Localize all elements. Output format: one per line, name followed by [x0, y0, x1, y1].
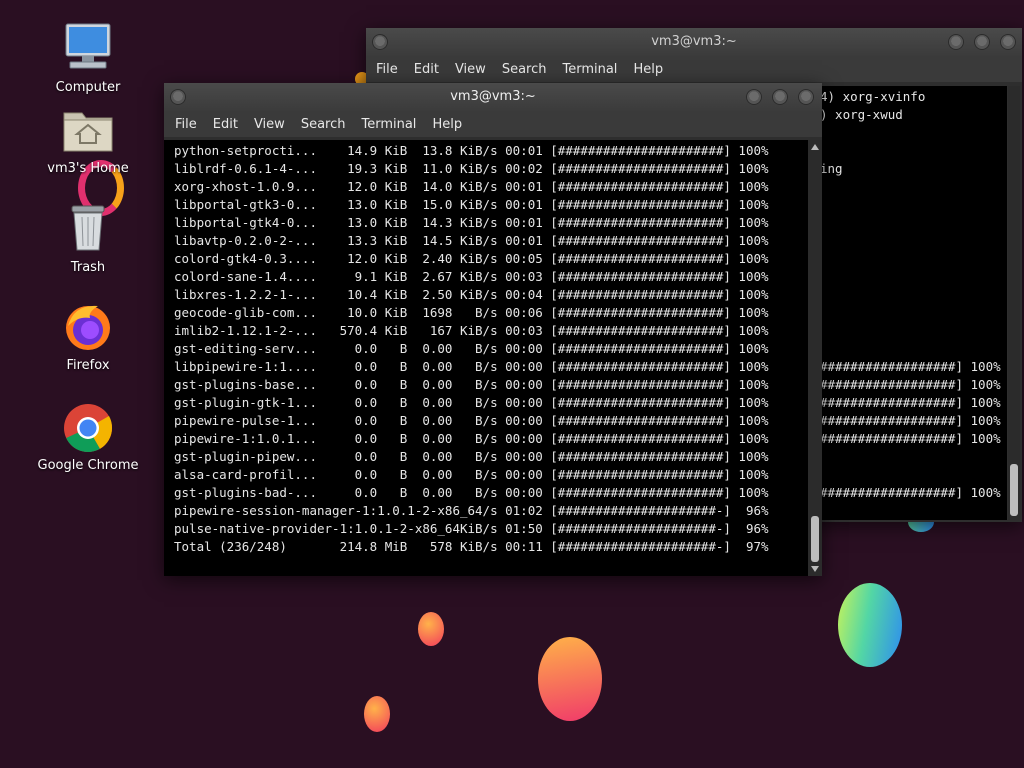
terminal-line: alsa-card-profil... 0.0 B 0.00 B/s 00:00…: [174, 467, 769, 482]
desktop-icon-label: Computer: [55, 80, 121, 95]
wallpaper-bubble: [418, 612, 444, 646]
desktop-icon-label: vm3's Home: [47, 161, 129, 176]
terminal-line: ##################] 100%: [820, 359, 1001, 374]
menu-terminal[interactable]: Terminal: [353, 117, 424, 132]
terminal-line: gst-editing-serv... 0.0 B 0.00 B/s 00:00…: [174, 341, 769, 356]
window-titlebar[interactable]: vm3@vm3:~: [366, 28, 1022, 56]
menu-terminal[interactable]: Terminal: [554, 62, 625, 77]
menu-search[interactable]: Search: [293, 117, 354, 132]
scroll-up-arrow-icon[interactable]: [811, 144, 819, 150]
terminal-line: ##################] 100%: [820, 395, 1001, 410]
trash-icon: [60, 202, 116, 258]
maximize-button[interactable]: [772, 89, 788, 105]
menu-view[interactable]: View: [246, 117, 293, 132]
window-title: vm3@vm3:~: [651, 34, 737, 49]
menu-file[interactable]: File: [368, 62, 406, 77]
terminal-line: libpipewire-1:1.... 0.0 B 0.00 B/s 00:00…: [174, 359, 769, 374]
scrollbar[interactable]: [808, 140, 822, 576]
desktop-icon-trash[interactable]: Trash: [33, 202, 143, 275]
terminal-line: ##################] 100%: [820, 413, 1001, 428]
scroll-down-arrow-icon[interactable]: [811, 566, 819, 572]
terminal-line: pipewire-session-manager-1:1.0.1-2-x86_6…: [174, 503, 769, 518]
terminal-line: libxres-1.2.2-1-... 10.4 KiB 2.50 KiB/s …: [174, 287, 769, 302]
firefox-icon: [60, 300, 116, 356]
wallpaper-bubble: [538, 637, 602, 721]
terminal-line: geocode-glib-com... 10.0 KiB 1698 B/s 00…: [174, 305, 769, 320]
close-button[interactable]: [798, 89, 814, 105]
desktop-icon-label: Firefox: [66, 358, 110, 373]
wallpaper-bubble: [364, 696, 390, 732]
minimize-button[interactable]: [746, 89, 762, 105]
terminal-line: gst-plugins-bad-... 0.0 B 0.00 B/s 00:00…: [174, 485, 769, 500]
maximize-button[interactable]: [974, 34, 990, 50]
menu-file[interactable]: File: [167, 117, 205, 132]
terminal-line: ##################] 100%: [820, 485, 1001, 500]
wallpaper-bubble: [838, 583, 902, 667]
terminal-line: ##################] 100%: [820, 431, 1001, 446]
menu-bar: File Edit View Search Terminal Help: [164, 111, 822, 137]
terminal-line: 4) xorg-xvinfo: [820, 89, 926, 104]
terminal-line: liblrdf-0.6.1-4-... 19.3 KiB 11.0 KiB/s …: [174, 161, 769, 176]
desktop-icon-label: Trash: [70, 260, 106, 275]
terminal-line: imlib2-1.12.1-2-... 570.4 KiB 167 KiB/s …: [174, 323, 769, 338]
desktop-icon-firefox[interactable]: Firefox: [33, 300, 143, 373]
menu-edit[interactable]: Edit: [406, 62, 447, 77]
terminal-line: pulse-native-provider-1:1.0.1-2-x86_64Ki…: [174, 521, 769, 536]
terminal-line: colord-sane-1.4.... 9.1 KiB 2.67 KiB/s 0…: [174, 269, 769, 284]
scrollbar-thumb[interactable]: [811, 516, 819, 562]
terminal-line: pipewire-1:1.0.1... 0.0 B 0.00 B/s 00:00…: [174, 431, 769, 446]
home-folder-icon: [60, 103, 116, 159]
terminal-line: python-setprocti... 14.9 KiB 13.8 KiB/s …: [174, 143, 769, 158]
terminal-line: libportal-gtk4-0... 13.0 KiB 14.3 KiB/s …: [174, 215, 769, 230]
desktop-icon-home[interactable]: vm3's Home: [33, 103, 143, 176]
chrome-icon: [60, 400, 116, 456]
terminal-line: ) xorg-xwud: [820, 107, 903, 122]
terminal-line: Total (236/248) 214.8 MiB 578 KiB/s 00:1…: [174, 539, 769, 554]
scrollbar-thumb[interactable]: [1010, 464, 1018, 516]
window-menu-button[interactable]: [372, 34, 388, 50]
terminal-line: libportal-gtk3-0... 13.0 KiB 15.0 KiB/s …: [174, 197, 769, 212]
terminal-line: pipewire-pulse-1... 0.0 B 0.00 B/s 00:00…: [174, 413, 769, 428]
window-menu-button[interactable]: [170, 89, 186, 105]
menu-help[interactable]: Help: [625, 62, 671, 77]
terminal-line: colord-gtk4-0.3.... 12.0 KiB 2.40 KiB/s …: [174, 251, 769, 266]
scrollbar[interactable]: [1008, 86, 1020, 520]
desktop-icon-computer[interactable]: Computer: [33, 22, 143, 95]
close-button[interactable]: [1000, 34, 1016, 50]
terminal-line: gst-plugin-gtk-1... 0.0 B 0.00 B/s 00:00…: [174, 395, 769, 410]
desktop-icon-label: Google Chrome: [37, 458, 139, 473]
terminal-window-foreground[interactable]: vm3@vm3:~ File Edit View Search Terminal…: [164, 83, 822, 576]
window-title: vm3@vm3:~: [450, 89, 536, 104]
minimize-button[interactable]: [948, 34, 964, 50]
computer-icon: [60, 22, 116, 78]
terminal-output[interactable]: python-setprocti... 14.9 KiB 13.8 KiB/s …: [164, 140, 808, 576]
menu-view[interactable]: View: [447, 62, 494, 77]
terminal-line: gst-plugin-pipew... 0.0 B 0.00 B/s 00:00…: [174, 449, 769, 464]
menu-help[interactable]: Help: [424, 117, 470, 132]
terminal-line: xorg-xhost-1.0.9... 12.0 KiB 14.0 KiB/s …: [174, 179, 769, 194]
terminal-line: libavtp-0.2.0-2-... 13.3 KiB 14.5 KiB/s …: [174, 233, 769, 248]
menu-edit[interactable]: Edit: [205, 117, 246, 132]
menu-bar: File Edit View Search Terminal Help: [366, 56, 1022, 82]
terminal-line: ing: [820, 161, 843, 176]
window-titlebar[interactable]: vm3@vm3:~: [164, 83, 822, 111]
terminal-line: gst-plugins-base... 0.0 B 0.00 B/s 00:00…: [174, 377, 769, 392]
desktop-icon-chrome[interactable]: Google Chrome: [33, 400, 143, 473]
terminal-line: ##################] 100%: [820, 377, 1001, 392]
menu-search[interactable]: Search: [494, 62, 555, 77]
